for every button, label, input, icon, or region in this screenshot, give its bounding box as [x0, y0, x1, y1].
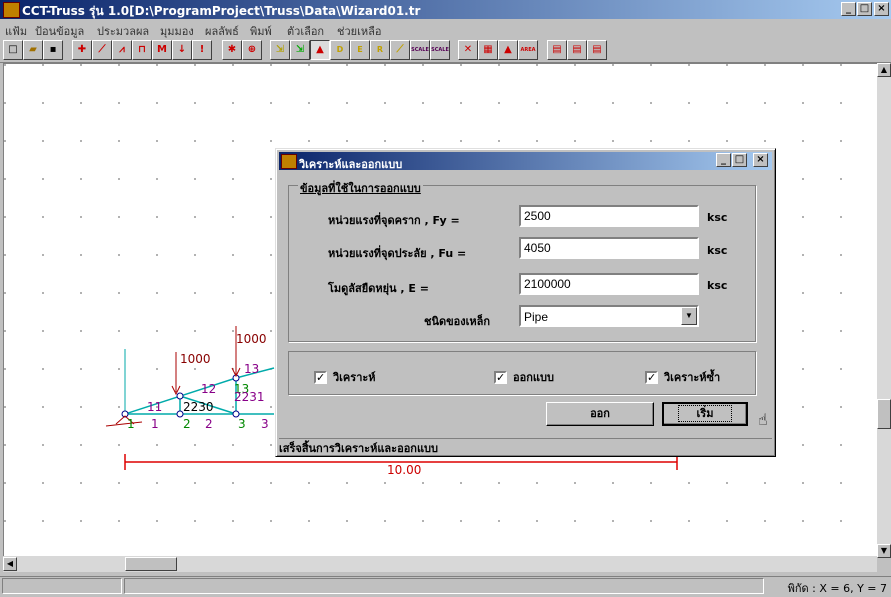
- dialog-app-icon: [281, 154, 297, 169]
- checkmark-icon: ✓: [494, 370, 507, 384]
- load-label-1: 1000: [236, 332, 267, 346]
- node-label: 3: [261, 417, 269, 431]
- maximize-button[interactable]: □: [857, 2, 872, 16]
- analyze-tool-icon[interactable]: ✱: [222, 40, 242, 60]
- scroll-up-icon[interactable]: ▲: [877, 63, 891, 77]
- reanalyze-checkbox[interactable]: ✓ วิเคราะห์ซ้ำ: [645, 368, 720, 386]
- group-title: ข้อมูลที่ใช้ในการออกแบบ: [298, 179, 423, 197]
- member-label: 2230: [183, 400, 214, 414]
- node-label: 1: [127, 417, 135, 431]
- e-unit: ksc: [707, 279, 728, 292]
- moment-tool-icon[interactable]: M: [152, 40, 172, 60]
- report-3-icon[interactable]: ▤: [587, 40, 607, 60]
- horizontal-scroll-thumb[interactable]: [125, 557, 177, 571]
- tool-r-icon[interactable]: R: [370, 40, 390, 60]
- member-label: 11: [147, 400, 163, 414]
- open-folder-icon[interactable]: ▰: [23, 40, 43, 60]
- steel-type-value: Pipe: [524, 310, 549, 324]
- horizontal-scrollbar[interactable]: ◀: [3, 556, 877, 572]
- vertical-scrollbar[interactable]: ▲ ▼: [877, 63, 891, 558]
- steel-type-select[interactable]: Pipe ▼: [519, 305, 699, 327]
- vertical-scroll-thumb[interactable]: [877, 399, 891, 429]
- exit-button[interactable]: ออก: [546, 402, 654, 426]
- tool-e-icon[interactable]: E: [350, 40, 370, 60]
- load-label-2: 1000: [180, 352, 211, 366]
- e-input[interactable]: [519, 273, 699, 295]
- support-tool-icon[interactable]: ⊓: [132, 40, 152, 60]
- hand-cursor-icon: ☝: [758, 410, 768, 429]
- member-label: 13: [244, 362, 260, 376]
- member-tool-icon[interactable]: ⟋: [92, 40, 112, 60]
- fy-unit: ksc: [707, 211, 728, 224]
- fu-label: หน่วยแรงที่จุดประลัย , Fu =: [328, 247, 467, 260]
- analyze-checkbox[interactable]: ✓ วิเคราะห์: [314, 368, 376, 386]
- fu-unit: ksc: [707, 244, 728, 257]
- fu-input[interactable]: [519, 237, 699, 259]
- menu-bar: แฟ้ม ป้อนข้อมูล ประมวลผล มุมมอง ผลลัพธ์ …: [0, 19, 891, 38]
- tool-x-icon[interactable]: ✕: [458, 40, 478, 60]
- tool-green-icon[interactable]: ⇲: [290, 40, 310, 60]
- dimension-label: 10.00: [387, 463, 422, 477]
- toolbar: □ ▰ ▪ ✚ ⟋ ⩘ ⊓ M ↓ ! ✱ ⊕ ⇲ ⇲ ▲ D E R ⟋ SC…: [0, 38, 891, 63]
- truss-tool-icon[interactable]: ⩘: [112, 40, 132, 60]
- node-label: 1: [151, 417, 159, 431]
- e-label: โมดูลัสยืดหยุ่น , E =: [328, 282, 429, 295]
- scale-2-icon[interactable]: SCALE: [430, 40, 450, 60]
- report-2-icon[interactable]: ▤: [567, 40, 587, 60]
- tool-chart-icon[interactable]: ⟋: [390, 40, 410, 60]
- save-disk-icon[interactable]: ▪: [43, 40, 63, 60]
- chevron-down-icon[interactable]: ▼: [681, 307, 697, 325]
- analysis-design-dialog: วิเคราะห์และออกแบบ _ □ × ข้อมูลที่ใช้ในก…: [275, 148, 776, 457]
- steel-type-label: ชนิดของเหล็ก: [424, 315, 491, 328]
- tool-d-icon[interactable]: D: [330, 40, 350, 60]
- minimize-button[interactable]: _: [841, 2, 856, 16]
- target-tool-icon[interactable]: ⊕: [242, 40, 262, 60]
- app-icon: [3, 2, 20, 18]
- load-tool-icon[interactable]: ↓: [172, 40, 192, 60]
- app-titlebar: CCT-Truss รุ่น 1.0[D:\ProgramProject\Tru…: [0, 0, 891, 19]
- checkmark-icon: ✓: [645, 370, 658, 384]
- new-file-icon[interactable]: □: [3, 40, 23, 60]
- node-tool-icon[interactable]: ✚: [72, 40, 92, 60]
- dialog-minimize-button[interactable]: _: [716, 153, 731, 167]
- scale-1-icon[interactable]: SCALE: [410, 40, 430, 60]
- status-cell: [124, 578, 764, 594]
- dialog-titlebar: วิเคราะห์และออกแบบ _ □ ×: [279, 152, 772, 171]
- tool-grid-icon[interactable]: ▦: [478, 40, 498, 60]
- dialog-status: เสร็จสิ้นการวิเคราะห์และออกแบบ: [279, 438, 772, 455]
- node-label: 3: [238, 417, 246, 431]
- member-label: 2231: [234, 390, 265, 404]
- status-bar: พิกัด : X = 6, Y = 7: [0, 576, 891, 595]
- dialog-title: วิเคราะห์และออกแบบ: [299, 158, 403, 171]
- start-button[interactable]: เริ่ม: [662, 402, 748, 426]
- report-1-icon[interactable]: ▤: [547, 40, 567, 60]
- tool-active-icon[interactable]: ▲: [310, 40, 330, 60]
- coordinate-readout: พิกัด : X = 6, Y = 7: [787, 582, 887, 595]
- checkmark-icon: ✓: [314, 370, 327, 384]
- tool-fire-icon[interactable]: ▲: [498, 40, 518, 60]
- node-label: 2: [183, 417, 191, 431]
- close-button[interactable]: ×: [874, 2, 889, 16]
- node-label: 2: [205, 417, 213, 431]
- scroll-left-icon[interactable]: ◀: [3, 557, 17, 571]
- fy-input[interactable]: [519, 205, 699, 227]
- exclamation-tool-icon[interactable]: !: [192, 40, 212, 60]
- area-tool-icon[interactable]: AREA: [518, 40, 538, 60]
- fy-label: หน่วยแรงที่จุดคราก , Fy =: [328, 214, 460, 227]
- scroll-down-icon[interactable]: ▼: [877, 544, 891, 558]
- dialog-close-button[interactable]: ×: [753, 153, 768, 167]
- design-checkbox[interactable]: ✓ ออกแบบ: [494, 368, 554, 386]
- member-label: 12: [201, 382, 217, 396]
- dialog-maximize-button[interactable]: □: [732, 153, 747, 167]
- tool-yellow-1-icon[interactable]: ⇲: [270, 40, 290, 60]
- status-cell: [2, 578, 122, 594]
